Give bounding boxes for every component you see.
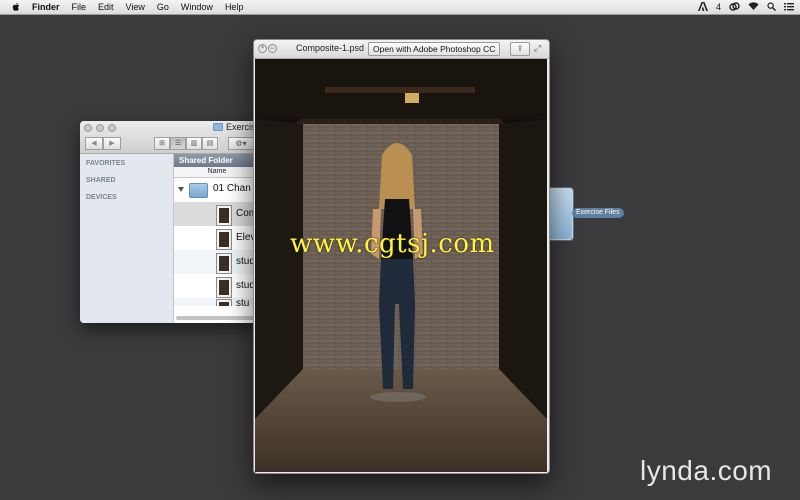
fullscreen-icon[interactable]: ↔ bbox=[268, 44, 277, 53]
spotlight-search-icon[interactable] bbox=[767, 1, 776, 13]
menu-bar: Finder File Edit View Go Window Help 4 bbox=[0, 0, 800, 15]
view-mode-buttons: ⊞ ☰ ▥ ▤ bbox=[154, 137, 218, 150]
share-icon[interactable]: ⇪ bbox=[510, 42, 530, 56]
folder-label: 01 Chan bbox=[213, 183, 251, 194]
finder-title: Exercis bbox=[213, 122, 256, 132]
disclosure-triangle-icon[interactable] bbox=[178, 187, 184, 192]
adobe-badge-count: 4 bbox=[715, 2, 721, 12]
action-gear-button[interactable]: ⚙▾ bbox=[228, 137, 254, 150]
menu-file[interactable]: File bbox=[72, 0, 87, 14]
desktop-folder-icon[interactable] bbox=[547, 188, 573, 240]
menu-app-name[interactable]: Finder bbox=[32, 0, 60, 14]
list-view-button[interactable]: ☰ bbox=[170, 137, 186, 150]
apple-icon[interactable] bbox=[10, 1, 22, 13]
file-label: stu bbox=[236, 298, 250, 306]
column-view-button[interactable]: ▥ bbox=[186, 137, 202, 150]
list-item[interactable]: Elev bbox=[174, 226, 260, 250]
close-icon[interactable]: × bbox=[258, 44, 267, 53]
image-thumbnail-icon bbox=[217, 230, 231, 249]
finder-window: Exercis ◀ ▶ ⊞ ☰ ▥ ▤ ⚙▾ FAVORITES SHARED … bbox=[80, 121, 260, 323]
list-item[interactable]: stud bbox=[174, 250, 260, 274]
sidebar-section-favorites[interactable]: FAVORITES bbox=[86, 160, 173, 171]
open-with-photoshop-button[interactable]: Open with Adobe Photoshop CC bbox=[368, 42, 501, 56]
finder-sidebar: FAVORITES SHARED DEVICES bbox=[80, 154, 174, 323]
image-thumbnail-icon bbox=[217, 300, 231, 306]
sidebar-section-shared[interactable]: SHARED bbox=[86, 177, 173, 188]
coverflow-view-button[interactable]: ▤ bbox=[202, 137, 218, 150]
folder-icon bbox=[189, 183, 208, 198]
watermark-text: www.cgtsj.com bbox=[290, 229, 495, 259]
adobe-icon[interactable] bbox=[697, 1, 708, 13]
icon-view-button[interactable]: ⊞ bbox=[154, 137, 170, 150]
image-thumbnail-icon bbox=[217, 278, 231, 297]
finder-titlebar[interactable]: Exercis ◀ ▶ ⊞ ☰ ▥ ▤ ⚙▾ bbox=[80, 121, 260, 154]
forward-button[interactable]: ▶ bbox=[103, 137, 121, 150]
close-button[interactable] bbox=[84, 124, 92, 132]
menu-edit[interactable]: Edit bbox=[98, 0, 114, 14]
wifi-icon[interactable] bbox=[748, 1, 759, 13]
quicklook-titlebar[interactable]: × ↔ Composite-1.psd Open with Adobe Phot… bbox=[254, 40, 549, 59]
menu-help[interactable]: Help bbox=[225, 0, 244, 14]
menu-go[interactable]: Go bbox=[157, 0, 169, 14]
back-button[interactable]: ◀ bbox=[85, 137, 103, 150]
nav-buttons: ◀ ▶ bbox=[85, 137, 121, 150]
file-list: 01 Chan Com Elev stud stud stu bbox=[174, 178, 260, 306]
image-thumbnail-icon bbox=[217, 254, 231, 273]
menu-window[interactable]: Window bbox=[181, 0, 213, 14]
sidebar-section-devices[interactable]: DEVICES bbox=[86, 194, 173, 205]
folder-icon bbox=[213, 123, 223, 131]
lynda-logo: lynda.com bbox=[640, 455, 773, 486]
window-controls bbox=[84, 124, 116, 132]
menu-view[interactable]: View bbox=[126, 0, 145, 14]
creative-cloud-icon[interactable] bbox=[729, 1, 740, 13]
list-item[interactable]: stu bbox=[174, 298, 260, 306]
menu-extras: 4 bbox=[697, 0, 794, 14]
minimize-button[interactable] bbox=[96, 124, 104, 132]
finder-title-text: Exercis bbox=[226, 122, 256, 132]
path-header: Shared Folder bbox=[174, 154, 260, 167]
notification-center-icon[interactable] bbox=[784, 2, 794, 13]
quicklook-title: Composite-1.psd bbox=[296, 43, 365, 53]
image-thumbnail-icon bbox=[217, 206, 231, 225]
desktop-folder-label[interactable]: Exercise Files bbox=[572, 208, 624, 218]
preview-image bbox=[255, 59, 547, 472]
expand-icon[interactable]: ⤢ bbox=[534, 43, 541, 54]
column-header-name[interactable]: Name bbox=[174, 167, 260, 178]
list-item[interactable]: Com bbox=[174, 202, 260, 226]
zoom-button[interactable] bbox=[108, 124, 116, 132]
list-item[interactable]: stud bbox=[174, 274, 260, 298]
horizontal-scrollbar[interactable] bbox=[174, 315, 260, 321]
folder-row[interactable]: 01 Chan bbox=[174, 178, 260, 202]
